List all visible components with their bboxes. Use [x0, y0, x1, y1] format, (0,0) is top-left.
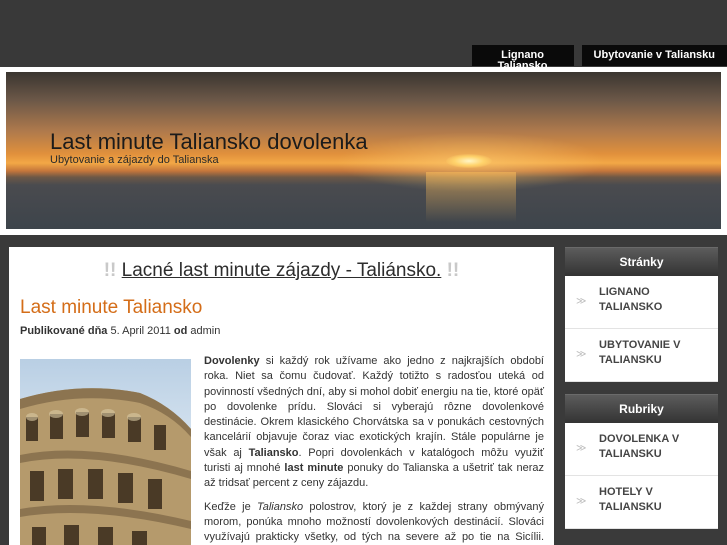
p1-bold-dovolenky: Dovolenky	[204, 355, 260, 367]
p1-text-1: si každý rok užívame ako jedno z najkraj…	[204, 355, 544, 459]
meta-published-label: Publikované dňa	[20, 325, 108, 337]
promo-bang-right: !!	[446, 260, 460, 281]
sidebar-item-ubytovanie[interactable]: ≫ UBYTOVANIE V TALIANSKU	[565, 329, 718, 382]
promo-banner: !! Lacné last minute zájazdy - Taliánsko…	[9, 260, 554, 282]
top-bar: Lignano Taliansko Ubytovanie v Taliansku	[0, 0, 727, 72]
site-title[interactable]: Last minute Taliansko dovolenka	[50, 129, 368, 155]
post-body: Dovolenky si každý rok užívame ako jedno…	[204, 354, 544, 545]
sidebar-item-dovolenka[interactable]: ≫ DOVOLENKA V TALIANSKU	[565, 423, 718, 476]
meta-author[interactable]: admin	[190, 325, 220, 337]
colosseum-illustration	[20, 388, 191, 545]
double-arrow-icon: ≫	[576, 349, 587, 360]
widget-pages: ≫ LIGNANO TALIANSKO ≫ UBYTOVANIE V TALIA…	[565, 276, 718, 382]
sidebar-item-label[interactable]: LIGNANO TALIANSKO	[599, 285, 709, 315]
nav-link-lignano[interactable]: Lignano Taliansko	[471, 45, 574, 72]
sun	[446, 154, 492, 168]
p2-text-1: Keďže je	[204, 500, 258, 513]
promo-link[interactable]: Lacné last minute zájazdy - Taliánsko.	[122, 260, 442, 281]
double-arrow-icon: ≫	[576, 296, 587, 307]
main-content: !! Lacné last minute zájazdy - Taliánsko…	[9, 247, 554, 545]
sidebar-item-hotely[interactable]: ≫ HOTELY V TALIANSKU	[565, 476, 718, 529]
widget-title-categories: Rubriky	[565, 394, 718, 423]
sidebar: Stránky ≫ LIGNANO TALIANSKO ≫ UBYTOVANIE…	[565, 247, 718, 529]
post-meta: Publikované dňa 5. April 2011 od admin	[20, 325, 220, 337]
paragraph-2: Keďže je Taliansko polostrov, ktorý je z…	[204, 500, 544, 545]
p1-bold-last-minute: last minute	[284, 462, 344, 475]
sea-reflection	[426, 172, 516, 222]
meta-by-label: od	[173, 325, 188, 337]
double-arrow-icon: ≫	[576, 496, 587, 507]
meta-date: 5. April 2011	[110, 325, 171, 337]
promo-bang-left: !!	[103, 260, 117, 281]
colosseum-image	[20, 359, 191, 545]
post-title[interactable]: Last minute Taliansko	[20, 297, 202, 319]
site-header: Last minute Taliansko dovolenka Ubytovan…	[0, 67, 727, 235]
widget-categories: ≫ DOVOLENKA V TALIANSKU ≫ HOTELY V TALIA…	[565, 423, 718, 529]
sidebar-item-label[interactable]: DOVOLENKA V TALIANSKU	[599, 432, 709, 462]
sidebar-item-label[interactable]: UBYTOVANIE V TALIANSKU	[599, 338, 709, 368]
double-arrow-icon: ≫	[576, 443, 587, 454]
p2-italic-taliansko: Taliansko	[257, 500, 304, 513]
top-navigation: Lignano Taliansko Ubytovanie v Taliansku	[471, 45, 727, 72]
nav-link-ubytovanie[interactable]: Ubytovanie v Taliansku	[581, 45, 727, 66]
header-sunset-image: Last minute Taliansko dovolenka Ubytovan…	[6, 72, 721, 229]
sidebar-item-lignano[interactable]: ≫ LIGNANO TALIANSKO	[565, 276, 718, 329]
site-subtitle: Ubytovanie a zájazdy do Talianska	[50, 154, 219, 166]
sidebar-item-label[interactable]: HOTELY V TALIANSKU	[599, 485, 709, 515]
widget-title-pages: Stránky	[565, 247, 718, 276]
p1-bold-taliansko: Taliansko	[248, 446, 299, 459]
paragraph-1: Dovolenky si každý rok užívame ako jedno…	[204, 354, 544, 492]
